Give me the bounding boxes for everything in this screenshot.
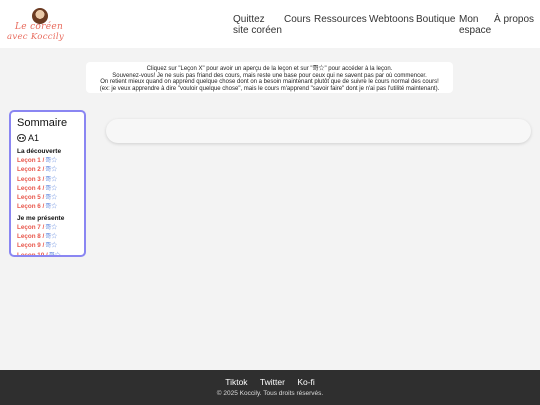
panda-icon bbox=[17, 134, 26, 142]
lesson-link[interactable]: Leçon 7 / bbox=[17, 224, 44, 231]
sommaire-title: Sommaire bbox=[17, 117, 68, 129]
sommaire-sidebar[interactable]: Sommaire A1 La découverte Leçon 1 /哥☆ Leç… bbox=[9, 110, 86, 257]
lesson-access-icon[interactable]: 哥☆ bbox=[49, 252, 61, 255]
lesson-item[interactable]: Leçon 8 /哥☆ bbox=[17, 232, 84, 241]
footer-link-tiktok[interactable]: Tiktok bbox=[225, 377, 247, 387]
lesson-link[interactable]: Leçon 8 / bbox=[17, 233, 44, 240]
notice-line: On retient mieux quand on apprend quelqu… bbox=[100, 79, 439, 86]
logo-text-line1: Le coréen bbox=[15, 22, 64, 32]
nav-quit-line2: site coréen bbox=[233, 25, 282, 36]
footer-links: Tiktok Twitter Ko-fi bbox=[0, 377, 540, 387]
notice-line: Cliquez sur "Leçon X" pour avoir un aper… bbox=[146, 66, 393, 72]
lesson-link[interactable]: Leçon 6 / bbox=[17, 203, 44, 210]
nav-ressources[interactable]: Ressources bbox=[314, 14, 367, 25]
lesson-link[interactable]: Leçon 1 / bbox=[17, 157, 44, 164]
nav-quit-line1: Quittez bbox=[233, 14, 265, 25]
notice-line: (ex: je veux apprendre à dire "vouloir q… bbox=[99, 85, 440, 92]
nav-mon-espace[interactable]: Mon espace bbox=[459, 14, 491, 36]
lesson-item[interactable]: Leçon 10 /哥☆ bbox=[17, 251, 84, 255]
lesson-link[interactable]: Leçon 3 / bbox=[17, 176, 44, 183]
notice-line: Souvenez-vous! Je ne suis pas friand des… bbox=[112, 72, 427, 79]
copyright-text: © 2025 Koccily. Tous droits réservés. bbox=[216, 390, 324, 397]
lesson-link[interactable]: Leçon 5 / bbox=[17, 194, 44, 201]
lesson-item[interactable]: Leçon 1 /哥☆ bbox=[17, 156, 84, 165]
info-notice: Cliquez sur "Leçon X" pour avoir un aper… bbox=[86, 62, 453, 93]
nav-a-propos[interactable]: À propos bbox=[494, 14, 534, 25]
lesson-item[interactable]: Leçon 7 /哥☆ bbox=[17, 223, 84, 232]
nav-quit-korean-site[interactable]: Quittez site coréen bbox=[233, 14, 282, 36]
footer-link-kofi[interactable]: Ko-fi bbox=[297, 377, 314, 387]
nav-webtoons[interactable]: Webtoons bbox=[369, 14, 414, 25]
lesson-item[interactable]: Leçon 5 /哥☆ bbox=[17, 193, 84, 202]
lesson-item[interactable]: Leçon 4 /哥☆ bbox=[17, 184, 84, 193]
level-heading: A1 bbox=[17, 133, 84, 145]
section-heading: La découverte bbox=[17, 148, 62, 155]
site-footer: Tiktok Twitter Ko-fi © 2025 Koccily. Tou… bbox=[0, 370, 540, 405]
lesson-item[interactable]: Leçon 6 /哥☆ bbox=[17, 202, 84, 211]
lesson-access-icon[interactable]: 哥☆ bbox=[45, 203, 57, 212]
nav-mon-line2: espace bbox=[459, 25, 492, 36]
lesson-item[interactable]: Leçon 9 /哥☆ bbox=[17, 241, 84, 250]
lesson-item[interactable]: Leçon 3 /哥☆ bbox=[17, 175, 84, 184]
lesson-link[interactable]: Leçon 10 / bbox=[17, 252, 48, 255]
lesson-link[interactable]: Leçon 4 / bbox=[17, 185, 44, 192]
nav-cours[interactable]: Cours bbox=[284, 14, 311, 25]
section-heading: Je me présente bbox=[17, 214, 65, 222]
lesson-content-panel bbox=[106, 119, 531, 143]
lesson-link[interactable]: Leçon 9 / bbox=[17, 242, 44, 249]
level-label: A1 bbox=[28, 133, 40, 143]
site-logo[interactable]: Le coréen avec Koccily bbox=[7, 8, 75, 44]
lesson-link[interactable]: Leçon 2 / bbox=[17, 166, 44, 173]
nav-boutique[interactable]: Boutique bbox=[416, 14, 455, 25]
footer-link-twitter[interactable]: Twitter bbox=[260, 377, 285, 387]
nav-mon-line1: Mon bbox=[459, 14, 479, 25]
logo-text-line2: avec Koccily bbox=[7, 32, 64, 42]
site-header: Le coréen avec Koccily Quittez site coré… bbox=[0, 0, 540, 48]
lesson-item[interactable]: Leçon 2 /哥☆ bbox=[17, 165, 84, 174]
